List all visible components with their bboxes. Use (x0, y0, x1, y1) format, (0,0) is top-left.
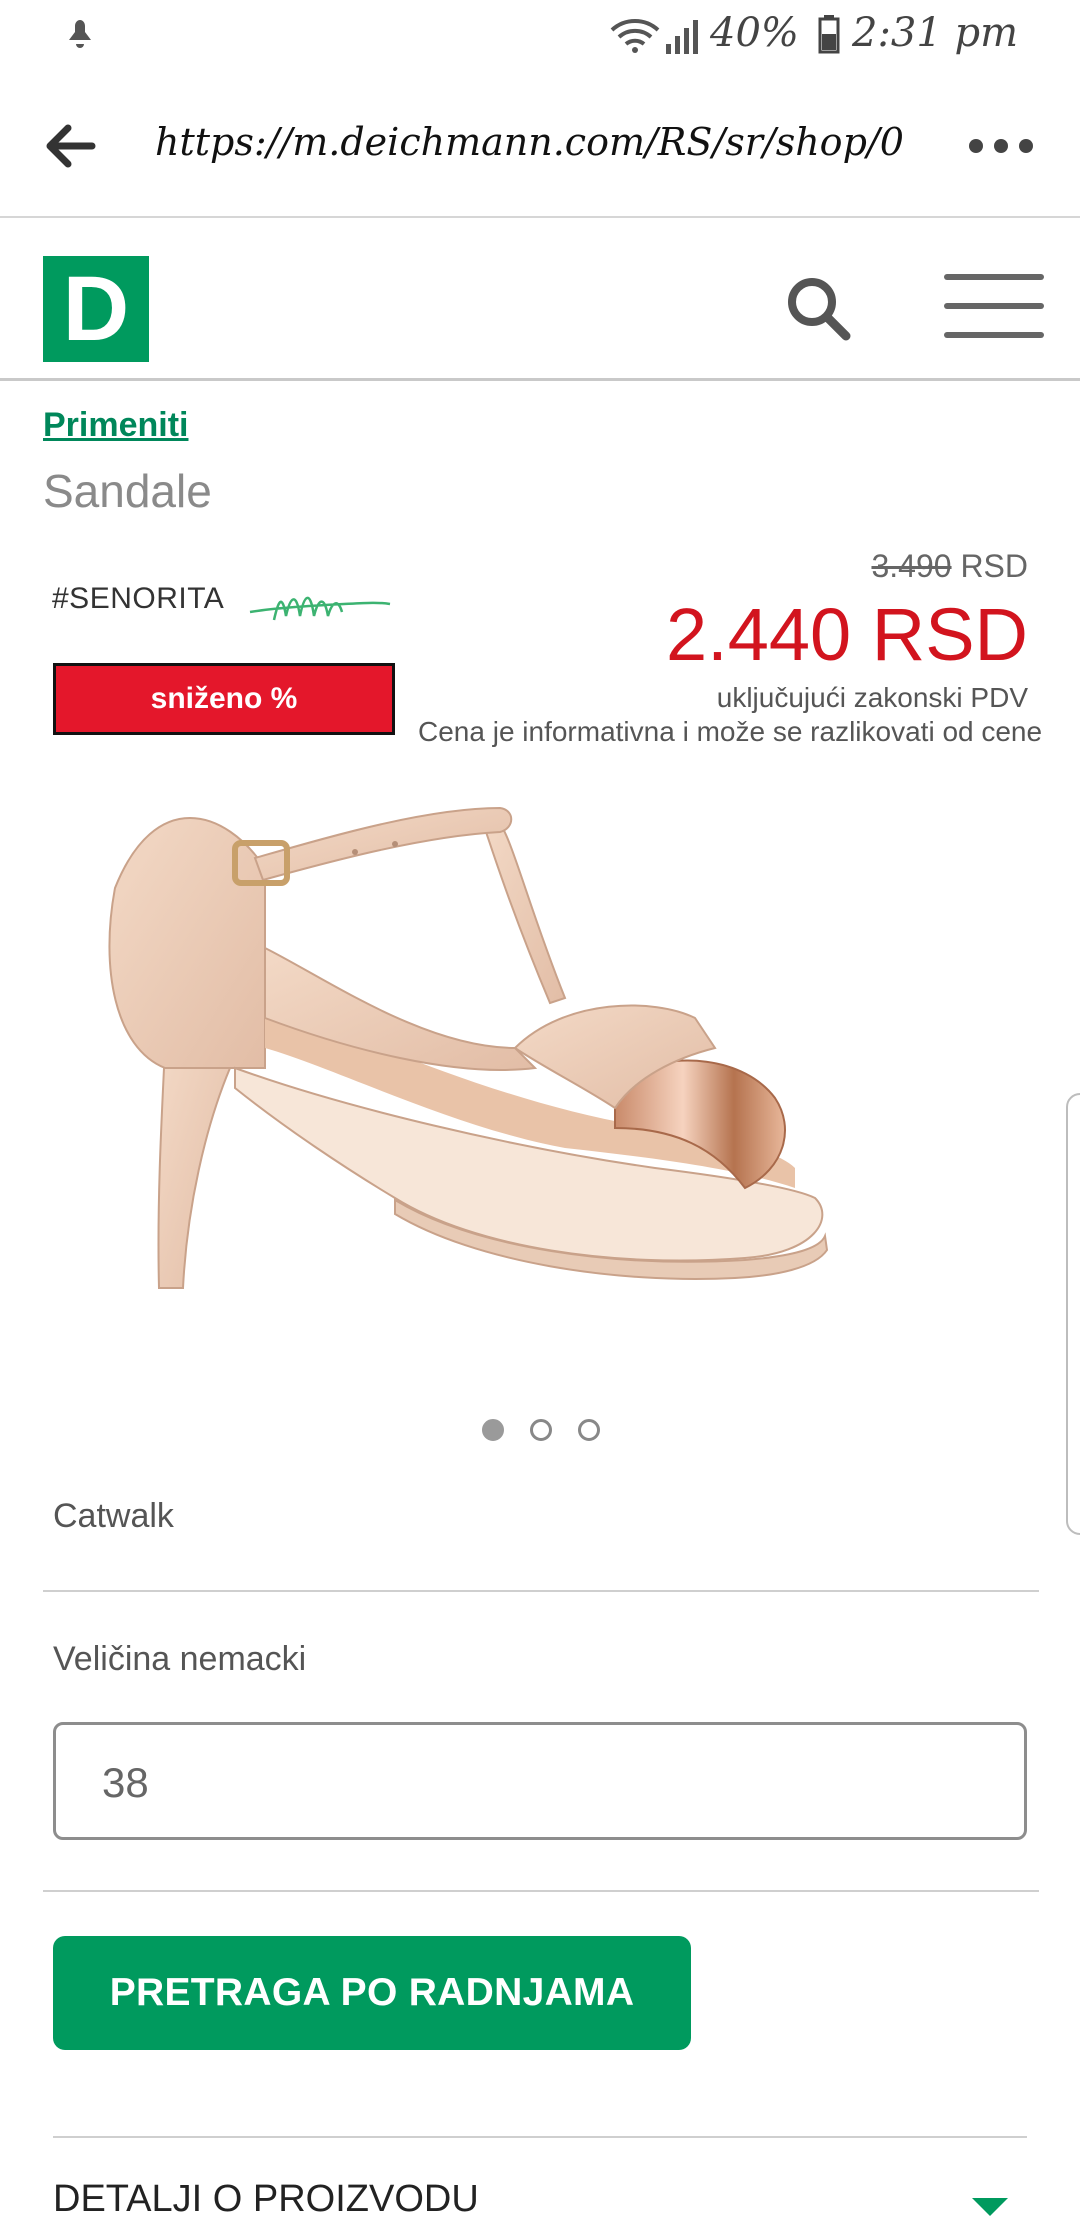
carousel-dot-3[interactable] (578, 1419, 600, 1441)
product-details-toggle[interactable]: DETALJI O PROIZVODU (53, 2178, 479, 2221)
hamburger-menu-icon[interactable] (944, 270, 1044, 342)
chevron-down-icon[interactable] (972, 2198, 1008, 2216)
size-label: Veličina nemacki (53, 1640, 307, 1678)
brand-name: Catwalk (53, 1497, 174, 1535)
divider (43, 1590, 1039, 1592)
side-panel-handle[interactable] (1066, 1093, 1080, 1535)
current-price: 2.440 RSD (666, 593, 1028, 676)
divider (53, 2136, 1027, 2138)
price-disclaimer: Cena je informativna i može se razlikova… (418, 716, 1043, 747)
status-bar: 40% 2:31 pm (0, 0, 1080, 76)
divider (43, 1890, 1039, 1892)
signature-graphic (249, 596, 391, 621)
search-icon[interactable] (784, 274, 854, 344)
page-title: Sandale (43, 465, 212, 517)
carousel-dot-1[interactable] (482, 1419, 504, 1441)
vat-note: uključujući zakonski PDV (716, 682, 1028, 713)
collection-tag: #SENORITA (52, 582, 225, 615)
clock: 2:31 pm (852, 10, 1019, 56)
notification-icon (69, 20, 91, 48)
old-price-value: 3.490 (871, 548, 952, 584)
battery-icon (818, 15, 840, 54)
deichmann-logo[interactable]: D (43, 256, 149, 362)
store-search-button[interactable]: PRETRAGA PO RADNJAMA (53, 1936, 691, 2050)
breadcrumb-link[interactable]: Primeniti (43, 406, 188, 445)
logo-letter: D (62, 258, 130, 360)
battery-percent: 40% (710, 10, 799, 56)
url-field[interactable]: https://m.deichmann.com/RS/sr/shop/0... (155, 120, 905, 164)
old-price-currency: RSD (960, 548, 1028, 584)
discount-badge: sniženo % (53, 663, 395, 735)
site-header: D (0, 218, 1080, 381)
signal-icon (666, 20, 698, 54)
size-select-value: 38 (102, 1759, 149, 1806)
size-select[interactable]: 38 (53, 1722, 1027, 1840)
back-arrow-icon[interactable] (44, 122, 96, 170)
product-image[interactable] (95, 748, 990, 1413)
wifi-icon (610, 19, 660, 53)
carousel-dot-2[interactable] (530, 1419, 552, 1441)
browser-url-bar: https://m.deichmann.com/RS/sr/shop/0... (0, 76, 1080, 218)
more-icon[interactable] (968, 136, 1034, 156)
old-price: 3.490 RSD (871, 548, 1028, 585)
